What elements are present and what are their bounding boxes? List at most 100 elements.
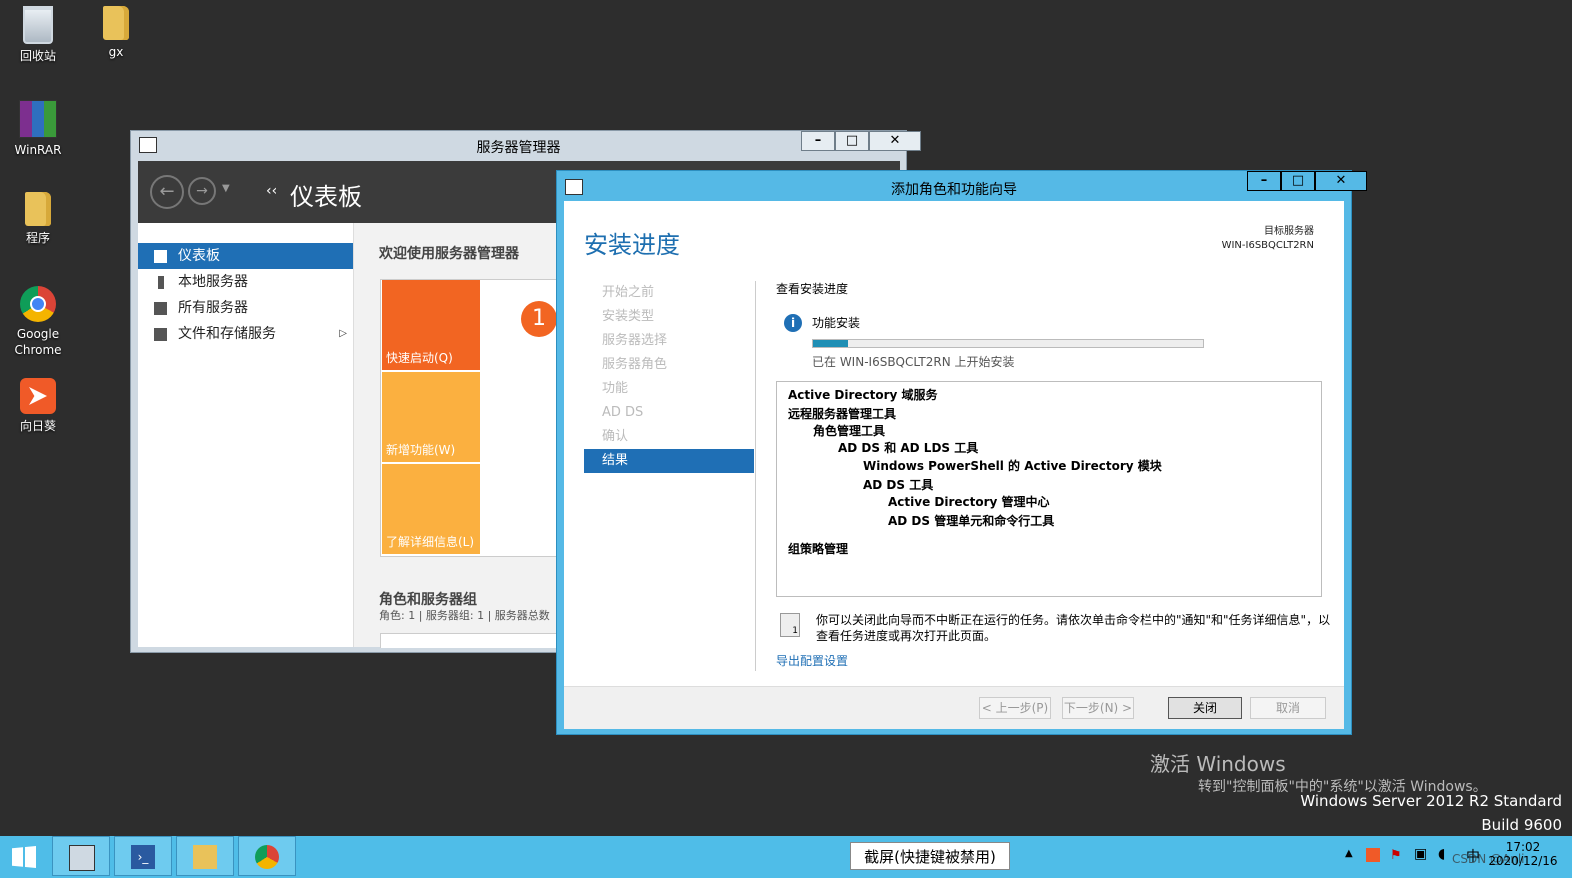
- desktop-icon-winrar[interactable]: WinRAR: [0, 100, 76, 158]
- close-wizard-button[interactable]: 关闭: [1168, 697, 1242, 719]
- roles-heading: 角色和服务器组: [379, 592, 477, 608]
- tray-network-icon[interactable]: ▣: [1414, 846, 1427, 862]
- tile-learn-more[interactable]: 了解详细信息(L): [382, 464, 480, 554]
- welcome-heading: 欢迎使用服务器管理器: [379, 246, 519, 262]
- step-server-roles[interactable]: 服务器角色: [584, 353, 754, 377]
- step-installation-type[interactable]: 安装类型: [584, 305, 754, 329]
- servers-icon: [154, 302, 167, 315]
- expand-arrow-icon[interactable]: ▷: [339, 321, 347, 347]
- window-title: 服务器管理器: [476, 140, 561, 156]
- install-progress-bar: [812, 339, 1204, 348]
- dashboard-icon: [154, 250, 167, 263]
- close-button[interactable]: ✕: [869, 131, 921, 151]
- page-title: 安装进度: [584, 231, 680, 259]
- sidebar-item-file-storage[interactable]: 文件和存储服务 ▷: [138, 321, 353, 347]
- result-item: 组策略管理: [788, 542, 849, 556]
- feature-install-label: 功能安装: [812, 316, 861, 330]
- result-item: 角色管理工具: [813, 424, 886, 438]
- server-manager-titlebar[interactable]: 服务器管理器 – □ ✕: [131, 131, 921, 159]
- step-badge: 1: [521, 301, 557, 337]
- wizard-footer: < 上一步(P) 下一步(N) > 关闭 取消: [564, 686, 1344, 729]
- add-roles-wizard-window: 添加角色和功能向导 – □ ✕ 安装进度 目标服务器 WIN-I6SBQCLT2…: [556, 170, 1367, 735]
- desktop-icon-recycle-bin[interactable]: 回收站: [0, 6, 76, 64]
- taskbar: ›_ 截屏(快捷键被禁用) ▲ ⚑ ▣ ◖ 中 CSDN @Anli 17:02…: [0, 836, 1572, 878]
- maximize-button[interactable]: □: [835, 131, 869, 151]
- desktop-icon-gx[interactable]: gx: [78, 6, 154, 60]
- nav-prefix: ‹‹: [266, 183, 278, 199]
- tray-sunlogin-icon[interactable]: [1366, 848, 1380, 862]
- step-confirmation[interactable]: 确认: [584, 425, 754, 449]
- install-status: 已在 WIN-I6SBQCLT2RN 上开始安装: [812, 355, 1015, 369]
- nav-title: 仪表板: [290, 183, 362, 211]
- server-icon: [158, 276, 164, 289]
- tile-quick-start[interactable]: 快速启动(Q): [382, 280, 480, 370]
- sidebar-item-local-server[interactable]: 本地服务器: [138, 269, 353, 295]
- recycle-bin-icon: [23, 6, 53, 44]
- back-arrow-icon[interactable]: ←: [150, 175, 184, 209]
- notification-flag-icon: 1: [780, 613, 800, 637]
- server-manager-icon: [69, 845, 95, 871]
- tray-expand-icon[interactable]: ▲: [1345, 848, 1353, 859]
- storage-icon: [154, 328, 167, 341]
- tray-flag-icon[interactable]: ⚑: [1390, 848, 1402, 863]
- close-note-line1: 你可以关闭此向导而不中断正在运行的任务。请依次单击命令栏中的"通知"和"任务详细…: [816, 613, 1331, 627]
- chrome-icon: [255, 845, 279, 869]
- wizard-title: 添加角色和功能向导: [891, 182, 1017, 198]
- start-icon: [12, 846, 36, 868]
- edition-label: Windows Server 2012 R2 Standard: [1300, 792, 1562, 810]
- sunlogin-icon: [20, 378, 56, 414]
- close-note-line2: 查看任务进度或再次打开此页面。: [816, 629, 997, 643]
- result-item: Windows PowerShell 的 Active Directory 模块: [863, 459, 1162, 473]
- winrar-icon: [19, 100, 57, 138]
- cancel-button[interactable]: 取消: [1250, 697, 1326, 719]
- taskbar-powershell[interactable]: ›_: [114, 836, 172, 876]
- step-before-you-begin[interactable]: 开始之前: [584, 281, 754, 305]
- forward-arrow-icon[interactable]: →: [188, 177, 216, 205]
- folder-icon: [103, 6, 129, 40]
- roles-summary: 角色: 1 | 服务器组: 1 | 服务器总数: [379, 609, 550, 622]
- result-item: AD DS 管理单元和命令行工具: [888, 514, 1055, 528]
- result-item: AD DS 和 AD LDS 工具: [838, 441, 979, 455]
- export-config-link[interactable]: 导出配置设置: [776, 652, 848, 669]
- wizard-body: 安装进度 目标服务器 WIN-I6SBQCLT2RN 开始之前 安装类型 服务器…: [564, 201, 1344, 729]
- results-list: Active Directory 域服务 远程服务器管理工具 角色管理工具 AD…: [776, 381, 1322, 597]
- step-ad-ds[interactable]: AD DS: [584, 401, 754, 425]
- tray-volume-icon[interactable]: ◖: [1438, 846, 1445, 862]
- taskbar-chrome[interactable]: [238, 836, 296, 876]
- step-server-selection[interactable]: 服务器选择: [584, 329, 754, 353]
- history-dropdown-icon[interactable]: ▼: [222, 183, 230, 194]
- previous-button[interactable]: < 上一步(P): [979, 697, 1051, 719]
- wizard-close-button[interactable]: ✕: [1315, 171, 1367, 191]
- result-item: Active Directory 管理中心: [888, 495, 1050, 509]
- minimize-button[interactable]: –: [801, 131, 835, 151]
- view-progress-label: 查看安装进度: [776, 282, 849, 296]
- file-explorer-icon: [193, 845, 217, 869]
- sidebar-item-dashboard[interactable]: 仪表板: [138, 243, 353, 269]
- info-icon: i: [784, 314, 802, 332]
- desktop-icon-sunlogin[interactable]: 向日葵: [0, 378, 76, 434]
- result-item: 远程服务器管理工具: [788, 407, 897, 421]
- screenshot-button[interactable]: 截屏(快捷键被禁用): [850, 842, 1010, 870]
- sidebar: 仪表板 本地服务器 所有服务器 文件和存储服务 ▷: [138, 223, 354, 647]
- wizard-maximize-button[interactable]: □: [1281, 171, 1315, 191]
- powershell-icon: ›_: [131, 845, 155, 869]
- clock[interactable]: 17:02 2020/12/16: [1488, 840, 1558, 868]
- taskbar-file-explorer[interactable]: [176, 836, 234, 876]
- wizard-titlebar[interactable]: 添加角色和功能向导 – □ ✕: [557, 171, 1367, 201]
- step-features[interactable]: 功能: [584, 377, 754, 401]
- tile-whats-new[interactable]: 新增功能(W): [382, 372, 480, 462]
- desktop-icon-chrome[interactable]: Google Chrome: [0, 286, 76, 358]
- build-label: Build 9600: [1481, 816, 1562, 834]
- result-item: Active Directory 域服务: [788, 388, 938, 402]
- next-button[interactable]: 下一步(N) >: [1062, 697, 1134, 719]
- start-button[interactable]: [0, 836, 50, 876]
- folder-icon: [25, 192, 51, 226]
- activate-watermark: 激活 Windows: [1150, 752, 1286, 776]
- result-item: AD DS 工具: [863, 478, 934, 492]
- sidebar-item-all-servers[interactable]: 所有服务器: [138, 295, 353, 321]
- wizard-minimize-button[interactable]: –: [1247, 171, 1281, 191]
- step-results[interactable]: 结果: [584, 449, 754, 473]
- taskbar-server-manager[interactable]: [52, 836, 110, 876]
- desktop-icon-programs[interactable]: 程序: [0, 192, 76, 246]
- target-server-info: 目标服务器 WIN-I6SBQCLT2RN: [1221, 226, 1314, 251]
